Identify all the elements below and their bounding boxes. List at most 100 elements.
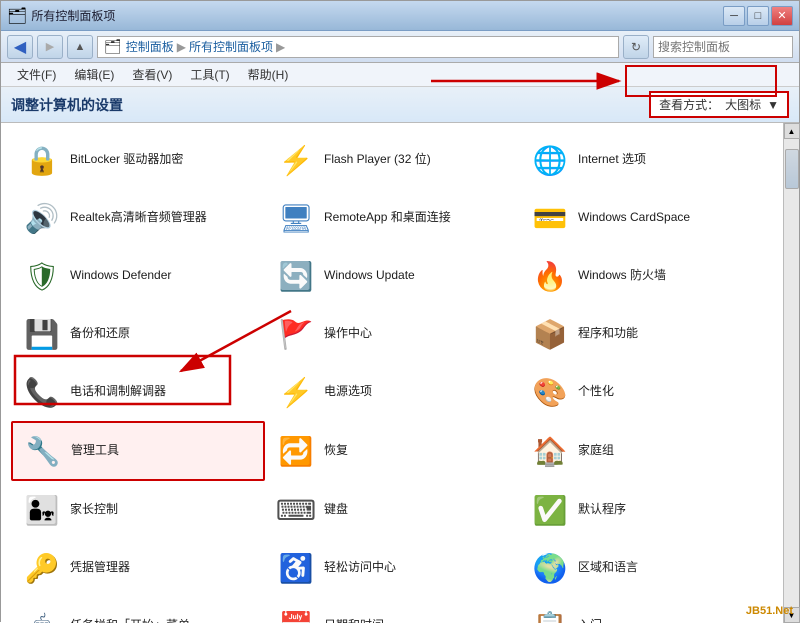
search-box[interactable]: 🔍 (653, 36, 793, 58)
main-content: 🔒 BitLocker 驱动器加密 ⚡ Flash Player (32 位) … (1, 123, 799, 623)
cp-icon-personalize: 🎨 (530, 372, 570, 412)
view-dropdown-icon[interactable]: ▼ (767, 98, 779, 112)
cp-icon-action: 🚩 (276, 314, 316, 354)
cp-item-region[interactable]: 🌍 区域和语言 (519, 539, 773, 597)
window-title: 所有控制面板项 (31, 7, 115, 24)
cp-label-firewall: Windows 防火墙 (578, 268, 666, 284)
view-mode: 大图标 (725, 96, 761, 113)
cp-icon-region: 🌍 (530, 548, 570, 588)
cp-item-remoteapp[interactable]: 🖥 RemoteApp 和桌面连接 (265, 189, 519, 247)
address-path[interactable]: 🗂 控制面板 ▶ 所有控制面板项 ▶ (97, 36, 619, 58)
cp-label-personalize: 个性化 (578, 384, 614, 400)
cp-item-parental[interactable]: 👨‍👧 家长控制 (11, 481, 265, 539)
cp-item-update[interactable]: 🔄 Windows Update (265, 247, 519, 305)
menu-help[interactable]: 帮助(H) (240, 64, 297, 85)
cp-item-realtek[interactable]: 🔊 Realtek高清晰音频管理器 (11, 189, 265, 247)
cp-item-credential[interactable]: 🔑 凭据管理器 (11, 539, 265, 597)
refresh-button[interactable]: ↻ (623, 35, 649, 59)
cp-item-bitlocker[interactable]: 🔒 BitLocker 驱动器加密 (11, 131, 265, 189)
scroll-up-button[interactable]: ▲ (784, 123, 800, 139)
page-title: 调整计算机的设置 (11, 97, 123, 113)
cp-icon-update: 🔄 (276, 256, 316, 296)
menu-bar: 文件(F) 编辑(E) 查看(V) 工具(T) 帮助(H) (1, 63, 799, 87)
scrollbar[interactable]: ▲ ▼ (783, 123, 799, 623)
watermark: JB51.Net (746, 605, 793, 617)
breadcrumb-current[interactable]: 所有控制面板项 (189, 38, 273, 55)
menu-file[interactable]: 文件(F) (9, 64, 64, 85)
cp-icon-phone: 📞 (22, 372, 62, 412)
cp-item-personalize[interactable]: 🎨 个性化 (519, 363, 773, 421)
close-button[interactable]: ✕ (771, 6, 793, 26)
cp-icon-default: ✅ (530, 490, 570, 530)
cp-label-defender: Windows Defender (70, 268, 171, 284)
cp-item-firewall[interactable]: 🔥 Windows 防火墙 (519, 247, 773, 305)
forward-button[interactable]: ▶ (37, 35, 63, 59)
cp-item-manage[interactable]: 🔧 管理工具 (11, 421, 265, 481)
cp-icon-remoteapp: 🖥 (276, 198, 316, 238)
title-bar: 🗂 所有控制面板项 ─ □ ✕ (1, 1, 799, 31)
scroll-track[interactable] (784, 139, 799, 607)
cp-icon-internet: 🌐 (530, 140, 570, 180)
cp-label-action: 操作中心 (324, 326, 372, 342)
cp-item-internet[interactable]: 🌐 Internet 选项 (519, 131, 773, 189)
minimize-button[interactable]: ─ (723, 6, 745, 26)
cp-label-update: Windows Update (324, 268, 415, 284)
cp-item-homegroup[interactable]: 🏠 家庭组 (519, 421, 773, 481)
view-label: 查看方式： (659, 96, 719, 113)
cp-icon-parental: 👨‍👧 (22, 490, 62, 530)
cp-item-getstarted[interactable]: 📋 入门 (519, 597, 773, 623)
title-bar-left: 🗂 所有控制面板项 (7, 6, 115, 26)
cp-label-easyaccess: 轻松访问中心 (324, 560, 396, 576)
cp-item-keyboard[interactable]: ⌨ 键盘 (265, 481, 519, 539)
breadcrumb-home[interactable]: 控制面板 (126, 38, 174, 55)
maximize-button[interactable]: □ (747, 6, 769, 26)
cp-item-defender[interactable]: 🛡 Windows Defender (11, 247, 265, 305)
cp-item-phone[interactable]: 📞 电话和调制解调器 (11, 363, 265, 421)
toolbar-strip: 调整计算机的设置 查看方式： 大图标 ▼ (1, 87, 799, 123)
cp-item-easyaccess[interactable]: ♿ 轻松访问中心 (265, 539, 519, 597)
cp-label-taskbar: 任务栏和「开始」菜单 (70, 618, 190, 623)
cp-icon-bitlocker: 🔒 (22, 140, 62, 180)
cp-item-default[interactable]: ✅ 默认程序 (519, 481, 773, 539)
cp-item-flash[interactable]: ⚡ Flash Player (32 位) (265, 131, 519, 189)
menu-edit[interactable]: 编辑(E) (66, 64, 122, 85)
cp-label-power: 电源选项 (324, 384, 372, 400)
cp-label-getstarted: 入门 (578, 618, 602, 623)
cp-label-credential: 凭据管理器 (70, 560, 130, 576)
cp-icon-power: ⚡ (276, 372, 316, 412)
scroll-thumb[interactable] (785, 149, 799, 189)
cp-label-flash: Flash Player (32 位) (324, 152, 431, 168)
cp-item-datetime[interactable]: 📅 日期和时间 (265, 597, 519, 623)
cp-item-recovery[interactable]: 🔁 恢复 (265, 421, 519, 481)
cp-icon-firewall: 🔥 (530, 256, 570, 296)
cp-icon-easyaccess: ♿ (276, 548, 316, 588)
control-panel-grid: 🔒 BitLocker 驱动器加密 ⚡ Flash Player (32 位) … (11, 131, 773, 623)
cp-label-programs: 程序和功能 (578, 326, 638, 342)
cp-item-power[interactable]: ⚡ 电源选项 (265, 363, 519, 421)
cp-icon-recovery: 🔁 (276, 431, 316, 471)
cp-icon-realtek: 🔊 (22, 198, 62, 238)
cp-label-parental: 家长控制 (70, 502, 118, 518)
cp-item-action[interactable]: 🚩 操作中心 (265, 305, 519, 363)
cp-icon-cardspace: 💳 (530, 198, 570, 238)
breadcrumb-sep: ▶ (177, 40, 186, 54)
cp-item-programs[interactable]: 📦 程序和功能 (519, 305, 773, 363)
cp-icon-manage: 🔧 (23, 431, 63, 471)
cp-label-remoteapp: RemoteApp 和桌面连接 (324, 210, 451, 226)
cp-item-cardspace[interactable]: 💳 Windows CardSpace (519, 189, 773, 247)
back-button[interactable]: ◀ (7, 35, 33, 59)
cp-label-default: 默认程序 (578, 502, 626, 518)
address-bar: ◀ ▶ ▲ 🗂 控制面板 ▶ 所有控制面板项 ▶ ↻ 🔍 (1, 31, 799, 63)
cp-icon-programs: 📦 (530, 314, 570, 354)
cp-label-internet: Internet 选项 (578, 152, 646, 168)
cp-label-phone: 电话和调制解调器 (70, 384, 166, 400)
cp-item-taskbar[interactable]: 🖱 任务栏和「开始」菜单 (11, 597, 265, 623)
cp-label-keyboard: 键盘 (324, 502, 348, 518)
view-selector[interactable]: 查看方式： 大图标 ▼ (649, 91, 789, 118)
menu-view[interactable]: 查看(V) (124, 64, 180, 85)
search-input[interactable] (658, 40, 800, 54)
up-button[interactable]: ▲ (67, 35, 93, 59)
cp-item-backup[interactable]: 💾 备份和还原 (11, 305, 265, 363)
menu-tools[interactable]: 工具(T) (182, 64, 237, 85)
page-title-area: 调整计算机的设置 (11, 95, 639, 115)
